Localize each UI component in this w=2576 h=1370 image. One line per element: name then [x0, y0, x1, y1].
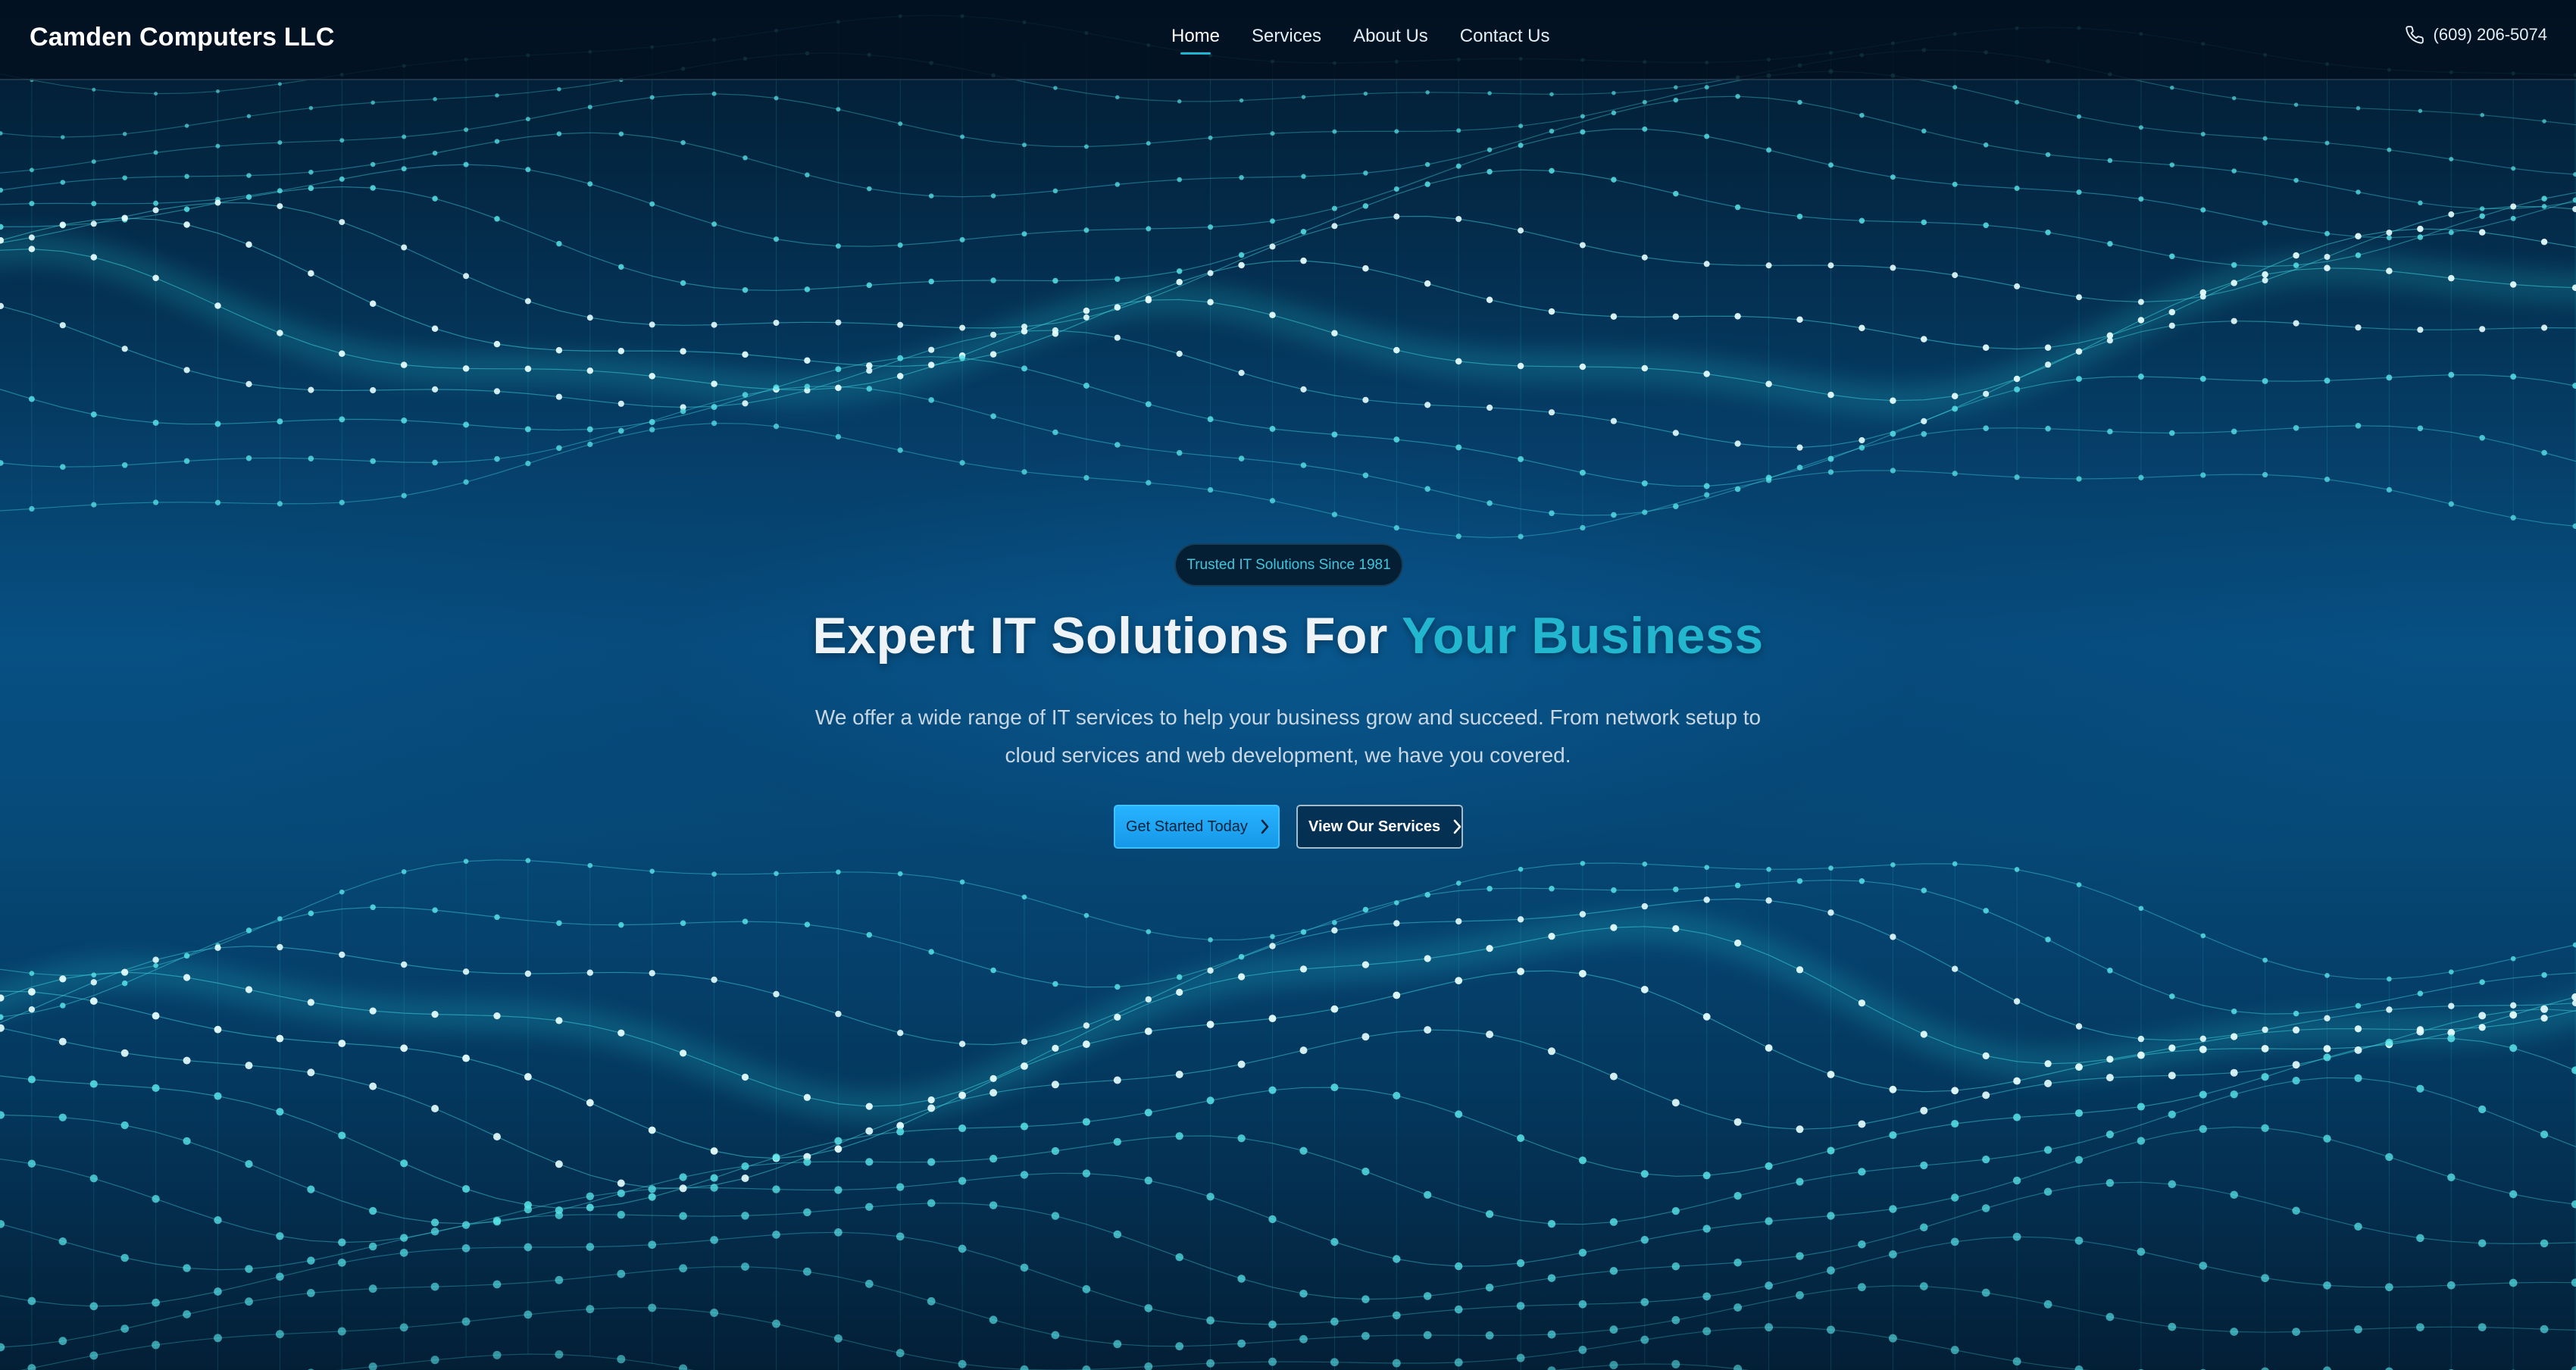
chevron-right-icon [1452, 818, 1463, 835]
headline-main-text: Expert IT Solutions For [812, 607, 1402, 665]
get-started-button[interactable]: Get Started Today [1114, 805, 1280, 849]
hero-section: Trusted IT Solutions Since 1981 Expert I… [0, 0, 2576, 1370]
hero-description-line-2: cloud services and web development, we h… [1005, 743, 1571, 767]
trust-badge: Trusted IT Solutions Since 1981 [1174, 543, 1403, 586]
hero-cta-group: Get Started Today View Our Services [1114, 805, 1463, 849]
view-services-button[interactable]: View Our Services [1296, 805, 1463, 849]
hero-description: We offer a wide range of IT services to … [796, 699, 1780, 774]
hero-headline: Expert IT Solutions For Your Business [0, 606, 2576, 665]
headline-accent-text: Your Business [1402, 607, 1764, 665]
chevron-right-icon [1260, 818, 1271, 835]
hero-description-line-1: We offer a wide range of IT services to … [814, 705, 1762, 729]
view-services-label: View Our Services [1308, 818, 1441, 835]
get-started-label: Get Started Today [1126, 818, 1248, 835]
